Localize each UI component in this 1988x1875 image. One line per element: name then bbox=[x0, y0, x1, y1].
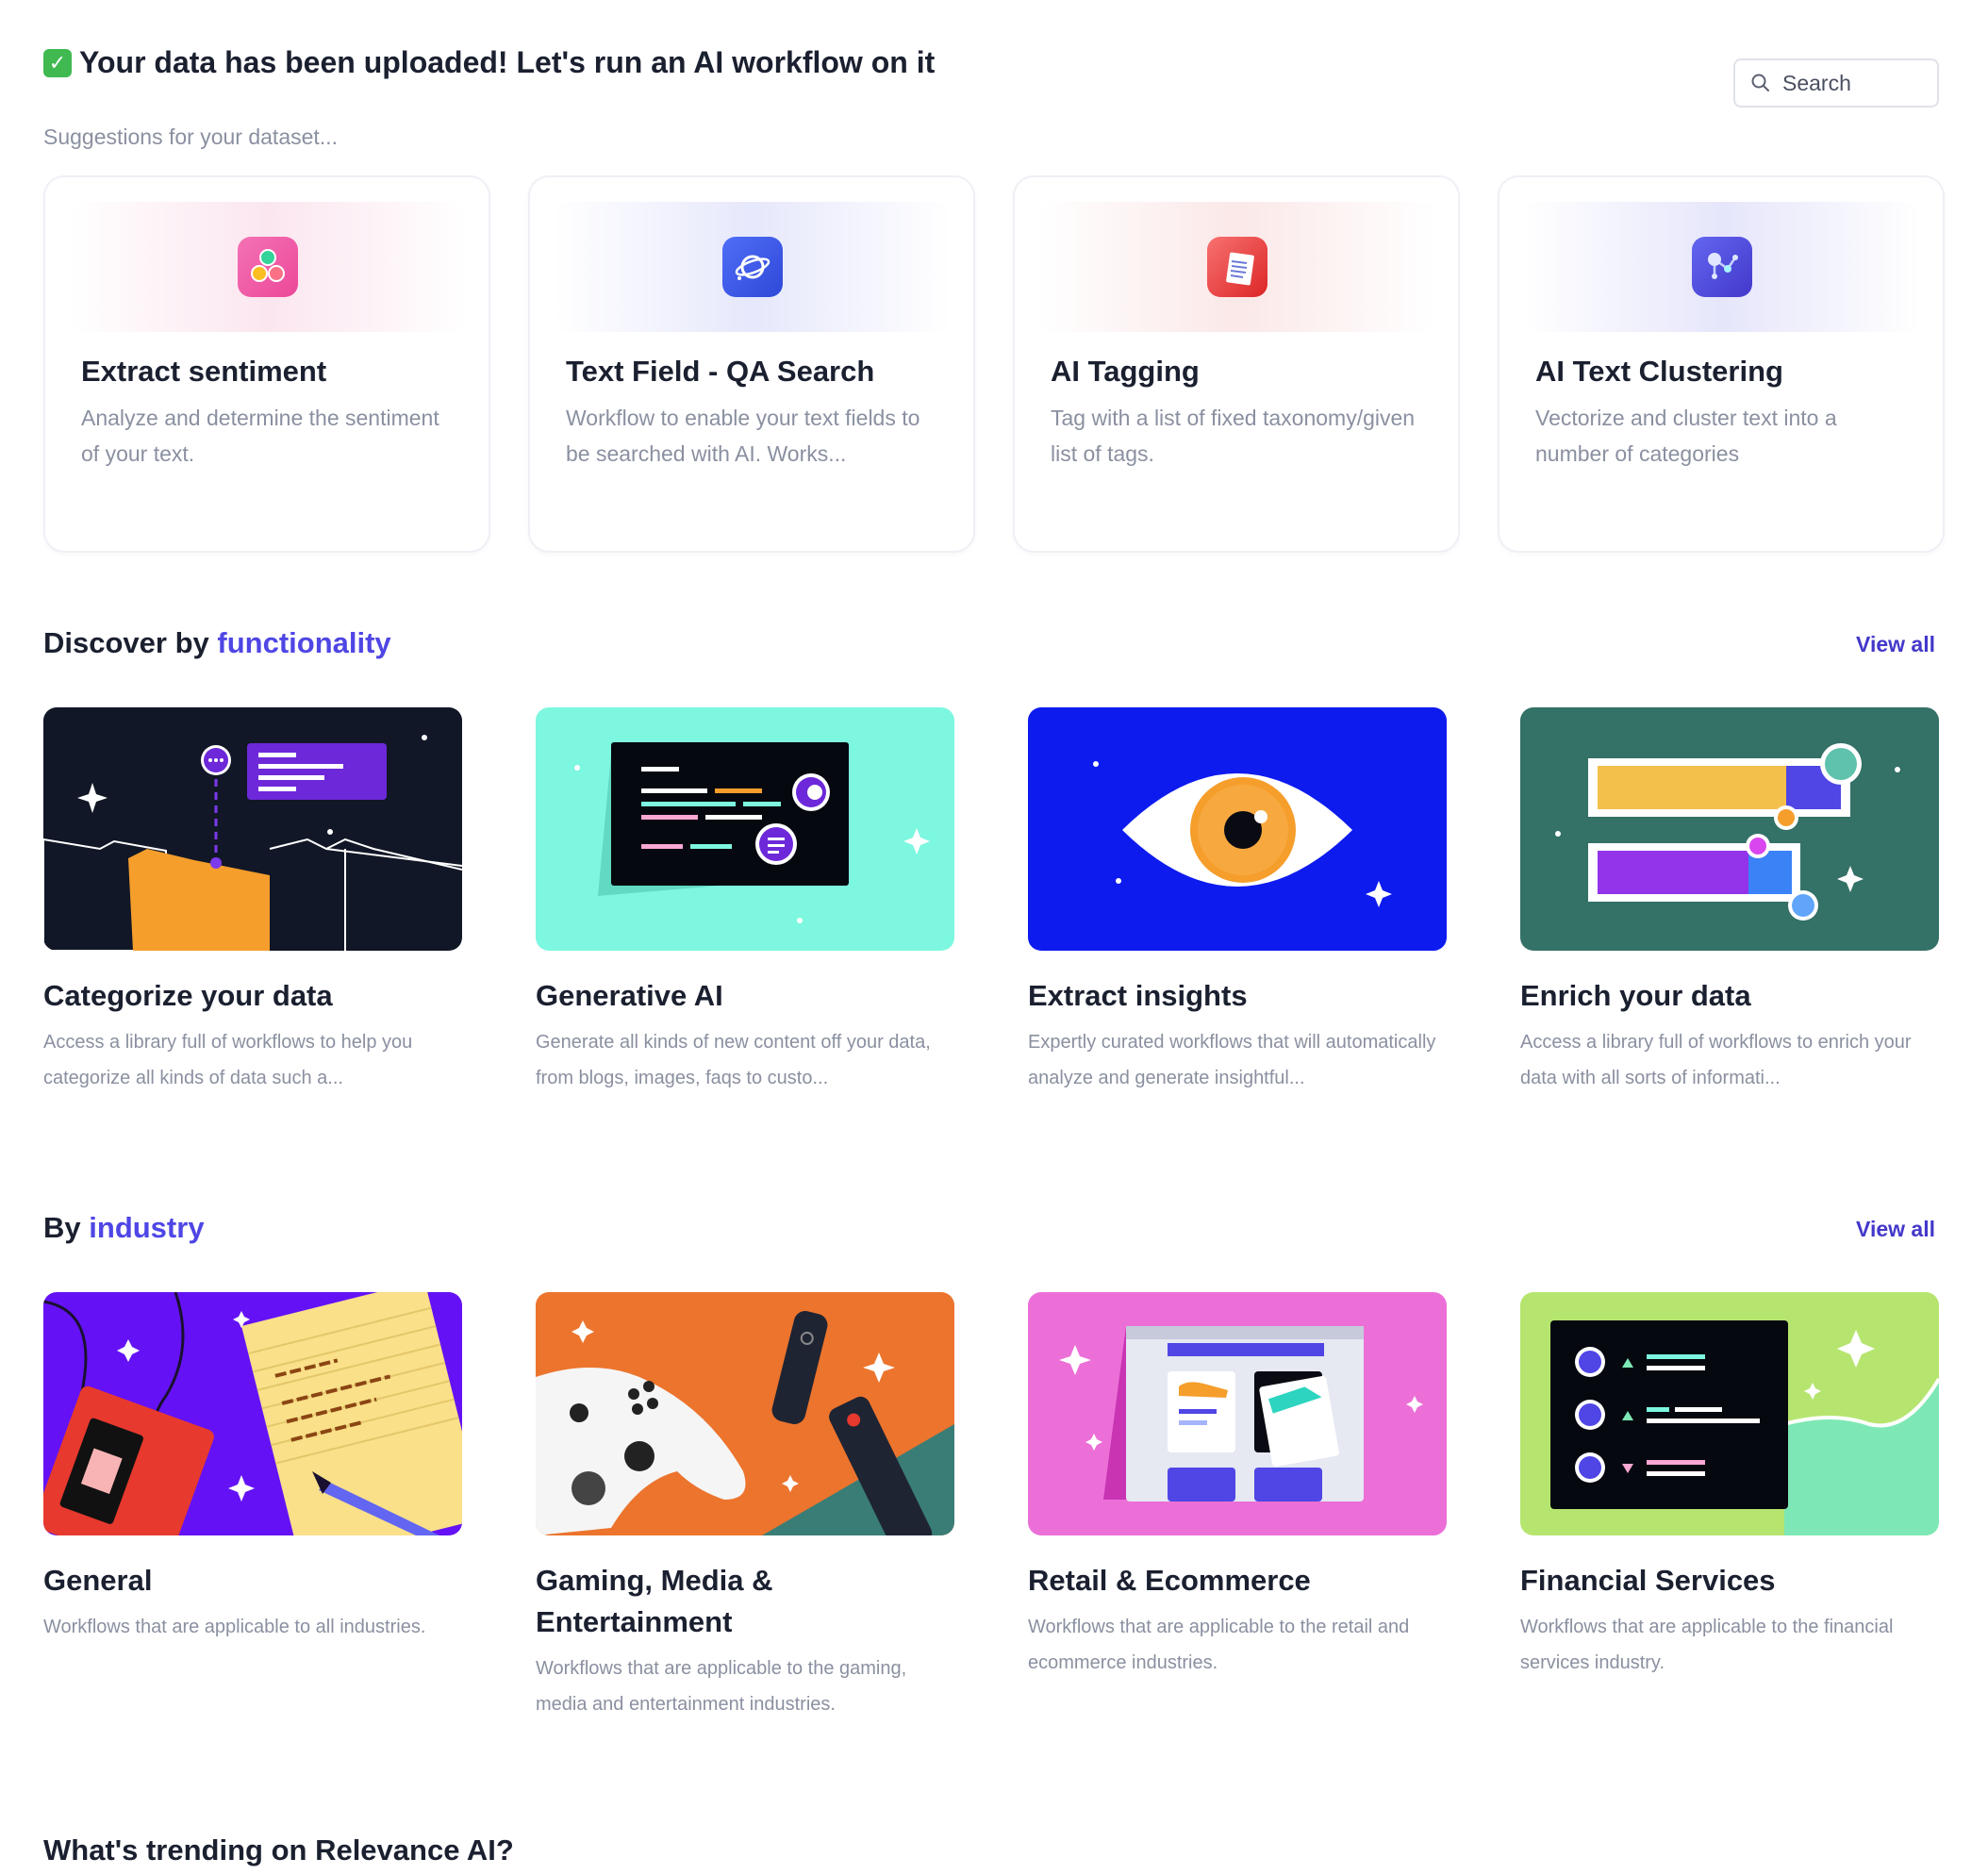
financial-illustration bbox=[1520, 1292, 1939, 1535]
page-title: ✓ Your data has been uploaded! Let's run… bbox=[43, 45, 935, 80]
industry-card-gaming-media[interactable]: Gaming, Media & Entertainment Workflows … bbox=[536, 1292, 954, 1722]
section-title-accent: functionality bbox=[217, 626, 391, 659]
card-description: Workflows that are applicable to all ind… bbox=[43, 1617, 426, 1637]
functionality-card-categorize[interactable]: Categorize your data Access a library fu… bbox=[43, 707, 462, 1096]
cluster-nodes-icon bbox=[1692, 237, 1752, 297]
suggestion-banner bbox=[1039, 202, 1435, 332]
view-all-functionality-link[interactable]: View all bbox=[1856, 632, 1935, 657]
card-description: Workflows that are applicable to the gam… bbox=[536, 1658, 907, 1715]
suggestions-subtitle: Suggestions for your dataset... bbox=[43, 124, 338, 149]
suggestion-banner bbox=[70, 202, 466, 332]
industry-card-retail[interactable]: Retail & Ecommerce Workflows that are ap… bbox=[1028, 1292, 1447, 1681]
section-title-industry: By industry bbox=[43, 1211, 205, 1245]
suggestion-title: AI Text Clustering bbox=[1535, 355, 1783, 388]
check-mark-icon: ✓ bbox=[43, 48, 72, 77]
section-title-trending: What's trending on Relevance AI? bbox=[43, 1834, 514, 1867]
suggestion-description: Analyze and determine the sentiment of y… bbox=[81, 406, 439, 466]
suggestion-card-extract-sentiment[interactable]: Extract sentiment Analyze and determine … bbox=[43, 175, 490, 553]
eye-illustration bbox=[1028, 707, 1447, 951]
gaming-illustration bbox=[536, 1292, 954, 1535]
planet-search-icon bbox=[722, 237, 783, 297]
card-description: Expertly curated workflows that will aut… bbox=[1028, 1032, 1436, 1088]
enrich-illustration bbox=[1520, 707, 1939, 951]
section-title-prefix: Discover by bbox=[43, 626, 209, 659]
suggestion-card-text-clustering[interactable]: AI Text Clustering Vectorize and cluster… bbox=[1498, 175, 1945, 553]
card-title: Categorize your data bbox=[43, 979, 333, 1012]
document-tag-icon bbox=[1207, 237, 1267, 297]
view-all-industry-link[interactable]: View all bbox=[1856, 1217, 1935, 1242]
card-title: Gaming, Media & Entertainment bbox=[536, 1564, 773, 1638]
section-title-functionality: Discover by functionality bbox=[43, 626, 391, 660]
search-icon bbox=[1751, 74, 1769, 91]
suggestion-description: Vectorize and cluster text into a number… bbox=[1535, 406, 1837, 466]
suggestion-card-ai-tagging[interactable]: AI Tagging Tag with a list of fixed taxo… bbox=[1013, 175, 1460, 553]
suggestion-title: AI Tagging bbox=[1051, 355, 1200, 388]
card-description: Access a library full of workflows to en… bbox=[1520, 1032, 1912, 1088]
suggestion-title: Extract sentiment bbox=[81, 355, 327, 388]
industry-card-general[interactable]: General Workflows that are applicable to… bbox=[43, 1292, 462, 1645]
suggestion-description: Tag with a list of fixed taxonomy/given … bbox=[1051, 406, 1416, 466]
card-title: Enrich your data bbox=[1520, 979, 1751, 1012]
industry-card-financial[interactable]: Financial Services Workflows that are ap… bbox=[1520, 1292, 1939, 1681]
card-title: Generative AI bbox=[536, 979, 723, 1012]
functionality-card-generative-ai[interactable]: Generative AI Generate all kinds of new … bbox=[536, 707, 954, 1096]
functionality-card-extract-insights[interactable]: Extract insights Expertly curated workfl… bbox=[1028, 707, 1447, 1096]
section-title-accent: industry bbox=[89, 1211, 205, 1244]
card-title: General bbox=[43, 1564, 153, 1597]
generative-ai-illustration bbox=[536, 707, 954, 951]
sentiment-icon bbox=[238, 237, 298, 297]
card-title: Extract insights bbox=[1028, 979, 1248, 1012]
suggestion-banner bbox=[555, 202, 951, 332]
suggestion-card-qa-search[interactable]: Text Field - QA Search Workflow to enabl… bbox=[528, 175, 975, 553]
search-box[interactable] bbox=[1733, 58, 1939, 108]
page-title-text: Your data has been uploaded! Let's run a… bbox=[79, 45, 936, 79]
suggestion-description: Workflow to enable your text fields to b… bbox=[566, 406, 920, 466]
suggestion-banner bbox=[1524, 202, 1920, 332]
card-description: Workflows that are applicable to the ret… bbox=[1028, 1617, 1410, 1673]
functionality-card-enrich-data[interactable]: Enrich your data Access a library full o… bbox=[1520, 707, 1939, 1096]
card-title: Financial Services bbox=[1520, 1564, 1776, 1597]
search-input[interactable] bbox=[1782, 70, 1914, 96]
categorize-illustration bbox=[43, 707, 462, 951]
card-description: Access a library full of workflows to he… bbox=[43, 1032, 413, 1088]
card-description: Workflows that are applicable to the fin… bbox=[1520, 1617, 1894, 1673]
suggestion-title: Text Field - QA Search bbox=[566, 355, 875, 388]
retail-illustration bbox=[1028, 1292, 1447, 1535]
general-illustration bbox=[43, 1292, 462, 1535]
section-title-prefix: By bbox=[43, 1211, 81, 1244]
card-title: Retail & Ecommerce bbox=[1028, 1564, 1311, 1597]
card-description: Generate all kinds of new content off yo… bbox=[536, 1032, 931, 1088]
